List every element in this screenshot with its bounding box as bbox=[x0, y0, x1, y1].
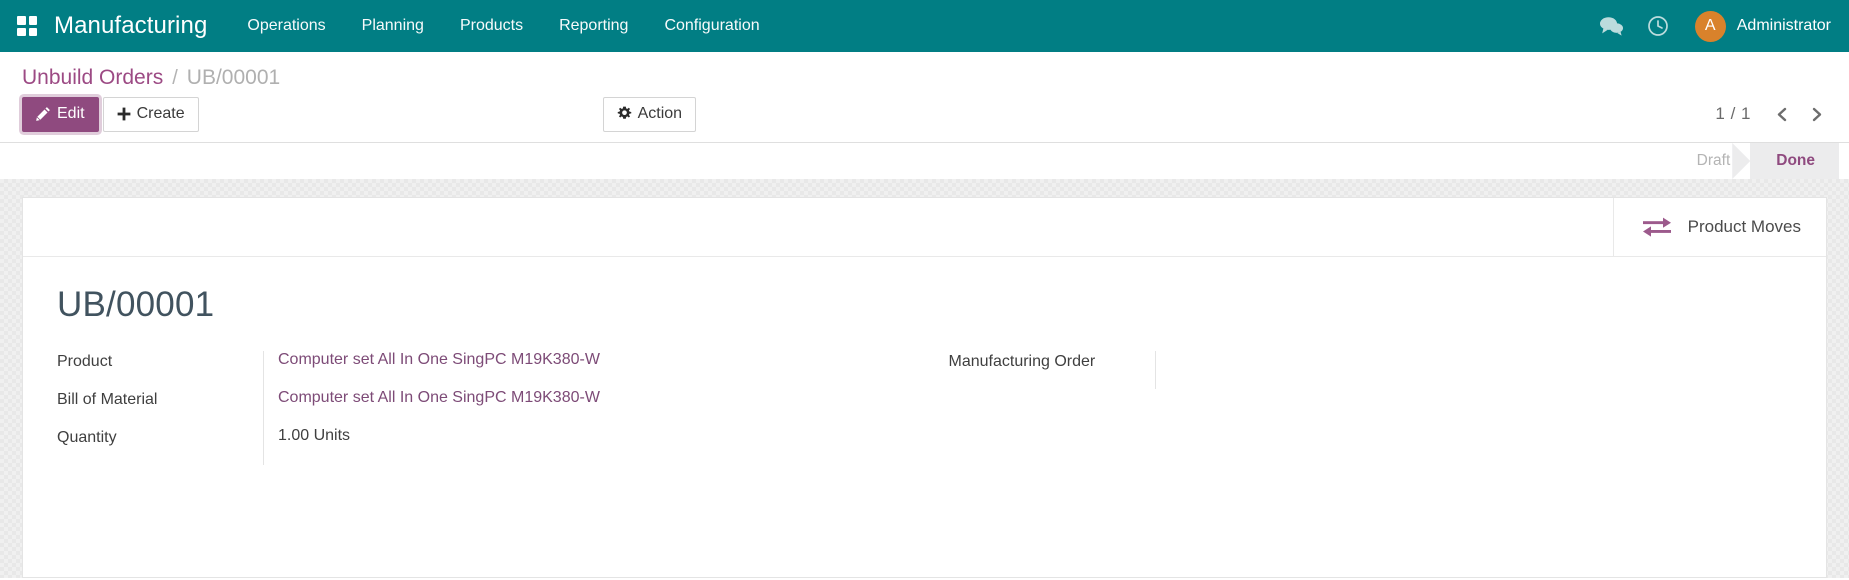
avatar: A bbox=[1695, 11, 1726, 42]
main-menu: Operations Planning Products Reporting C… bbox=[229, 11, 777, 41]
field-row-bill-of-material: Bill of Material Computer set All In One… bbox=[57, 389, 925, 427]
field-row-quantity: Quantity 1.00 Units bbox=[57, 427, 925, 465]
control-panel: Unbuild Orders / UB/00001 Edit Create bbox=[0, 52, 1849, 143]
menu-item-configuration[interactable]: Configuration bbox=[646, 11, 777, 41]
clock-icon[interactable] bbox=[1645, 13, 1671, 39]
create-button-label: Create bbox=[137, 106, 185, 122]
product-moves-stat-button[interactable]: Product Moves bbox=[1613, 198, 1826, 256]
apps-menu-toggle[interactable] bbox=[10, 9, 44, 43]
field-value-bill-of-material: Computer set All In One SingPC M19K380-W bbox=[263, 389, 925, 427]
pager-counter[interactable]: 1 / 1 bbox=[1703, 104, 1763, 124]
chat-bubble-icon[interactable] bbox=[1599, 13, 1625, 39]
edit-button-label: Edit bbox=[57, 106, 85, 122]
form-column-right: Manufacturing Order bbox=[925, 351, 1793, 465]
status-stage-done-wrapper: Done bbox=[1750, 143, 1839, 179]
field-label-product: Product bbox=[57, 351, 263, 371]
pager: 1 / 1 bbox=[1703, 99, 1831, 129]
user-menu[interactable]: A Administrator bbox=[1695, 11, 1831, 42]
action-button[interactable]: Action bbox=[603, 97, 696, 132]
control-panel-buttons: Edit Create Action 1 / 1 bbox=[0, 96, 1849, 142]
field-row-manufacturing-order: Manufacturing Order bbox=[949, 351, 1793, 389]
action-button-label: Action bbox=[638, 106, 682, 122]
field-row-product: Product Computer set All In One SingPC M… bbox=[57, 351, 925, 389]
menu-item-products[interactable]: Products bbox=[442, 11, 541, 41]
form-column-left: Product Computer set All In One SingPC M… bbox=[57, 351, 925, 465]
field-value-manufacturing-order[interactable] bbox=[1155, 351, 1793, 389]
create-button[interactable]: Create bbox=[103, 97, 199, 132]
top-navbar: Manufacturing Operations Planning Produc… bbox=[0, 0, 1849, 52]
app-brand-name[interactable]: Manufacturing bbox=[54, 12, 207, 40]
statusbar-row: Draft Done bbox=[0, 143, 1849, 179]
menu-item-planning[interactable]: Planning bbox=[344, 11, 442, 41]
breadcrumb-item-unbuild-orders[interactable]: Unbuild Orders bbox=[22, 66, 163, 90]
user-name-label: Administrator bbox=[1737, 17, 1831, 35]
field-label-bill-of-material: Bill of Material bbox=[57, 389, 263, 409]
form-group-left: Product Computer set All In One SingPC M… bbox=[57, 351, 925, 465]
edit-button[interactable]: Edit bbox=[22, 97, 99, 132]
status-stage-done[interactable]: Done bbox=[1750, 143, 1839, 179]
exchange-arrows-icon bbox=[1642, 216, 1672, 238]
form-content-area: Product Moves UB/00001 Product Computer … bbox=[0, 179, 1849, 578]
chevron-left-icon[interactable] bbox=[1767, 99, 1797, 129]
product-moves-label: Product Moves bbox=[1688, 217, 1801, 237]
form-columns: Product Computer set All In One SingPC M… bbox=[57, 351, 1792, 465]
menu-item-operations[interactable]: Operations bbox=[229, 11, 343, 41]
stat-button-box: Product Moves bbox=[23, 198, 1826, 257]
chevron-right-icon[interactable] bbox=[1801, 99, 1831, 129]
field-value-quantity: 1.00 Units bbox=[263, 427, 925, 465]
page-title: UB/00001 bbox=[57, 285, 1792, 325]
form-sheet: Product Moves UB/00001 Product Computer … bbox=[22, 197, 1827, 578]
field-label-quantity: Quantity bbox=[57, 427, 263, 447]
gear-icon bbox=[617, 106, 632, 121]
navbar-systray: A Administrator bbox=[1599, 11, 1831, 42]
statusbar: Draft Done bbox=[1671, 143, 1839, 179]
breadcrumb-item-current: UB/00001 bbox=[187, 66, 280, 90]
form-group-right: Manufacturing Order bbox=[949, 351, 1793, 389]
pencil-icon bbox=[36, 106, 51, 121]
bill-of-material-link[interactable]: Computer set All In One SingPC M19K380-W bbox=[278, 389, 600, 406]
form-body: UB/00001 Product Computer set All In One… bbox=[23, 257, 1826, 465]
product-link[interactable]: Computer set All In One SingPC M19K380-W bbox=[278, 351, 600, 368]
breadcrumb-separator: / bbox=[172, 67, 178, 90]
breadcrumb: Unbuild Orders / UB/00001 bbox=[0, 52, 1849, 96]
field-label-manufacturing-order: Manufacturing Order bbox=[949, 351, 1155, 371]
plus-icon bbox=[117, 107, 131, 121]
menu-item-reporting[interactable]: Reporting bbox=[541, 11, 646, 41]
apps-grid-icon bbox=[17, 16, 37, 36]
field-value-product: Computer set All In One SingPC M19K380-W bbox=[263, 351, 925, 389]
